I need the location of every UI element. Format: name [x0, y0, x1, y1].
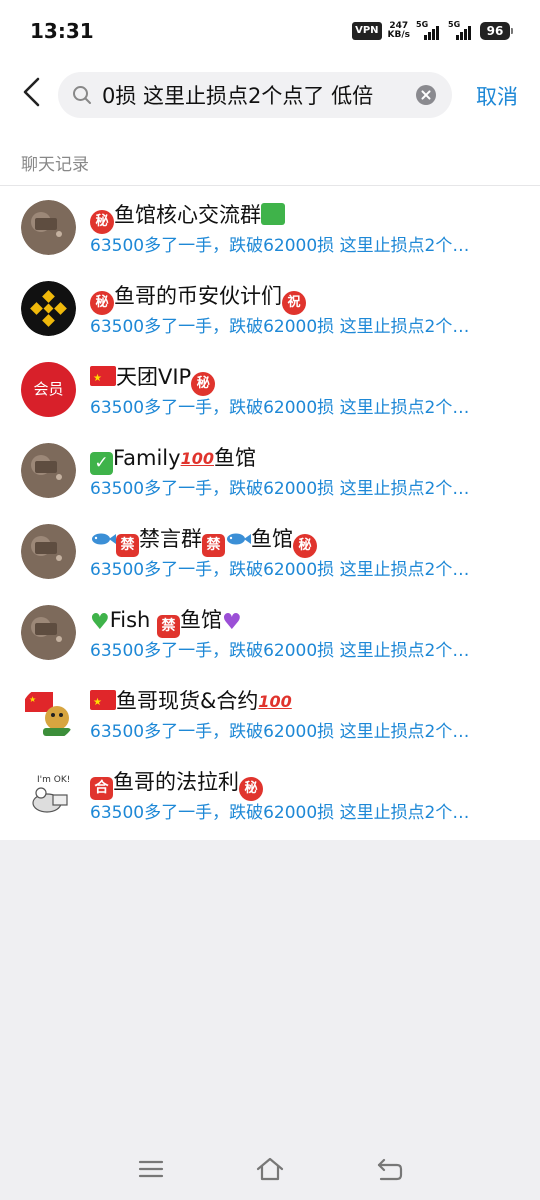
avatar — [21, 524, 76, 579]
chat-title-tail: 鱼馆 — [251, 527, 293, 551]
secret-icon: 秘 — [90, 210, 114, 234]
status-time: 13:31 — [30, 19, 94, 43]
search-input[interactable] — [102, 83, 402, 107]
chart-icon — [261, 203, 285, 225]
forbidden-icon: 禁 — [116, 534, 139, 557]
battery-icon: 96 — [480, 22, 513, 40]
status-icons: VPN 247 KB/s 5G 5G 96 — [352, 20, 513, 40]
hundred-points-icon: 100 — [180, 449, 214, 468]
section-title-chat-history: 聊天记录 — [0, 120, 540, 186]
secret-icon: 秘 — [90, 291, 114, 315]
system-nav-bar — [0, 1140, 540, 1200]
chevron-left-icon — [23, 77, 40, 107]
signal-icon-sim2: 5G — [448, 20, 474, 40]
list-item[interactable]: ♥Fish 禁鱼馆♥ 63500多了一手，跌破62000损 这里止损点2个… — [0, 591, 540, 672]
avatar — [21, 443, 76, 498]
chat-title-text: 鱼哥的法拉利 — [113, 770, 239, 794]
avatar: 会员 — [21, 362, 76, 417]
avatar-text: I'm OK! — [37, 775, 70, 785]
china-flag-icon — [90, 366, 116, 392]
home-icon — [256, 1157, 284, 1181]
chat-title-text: 禁言群 — [139, 527, 202, 551]
list-item[interactable]: 禁禁言群禁 鱼馆秘 63500多了一手，跌破62000损 这里止损点2个… — [0, 510, 540, 591]
secret-icon: 秘 — [239, 777, 263, 801]
return-icon — [377, 1158, 403, 1181]
chat-title-tail: 鱼馆 — [213, 446, 256, 470]
message-snippet: 63500多了一手，跌破62000损 这里止损点2个… — [90, 398, 470, 418]
search-header: 取消 — [0, 64, 540, 120]
avatar — [21, 281, 76, 336]
china-flag-icon — [90, 690, 116, 716]
result-list: 秘鱼馆核心交流群 63500多了一手，跌破62000损 这里止损点2个… 秘鱼哥… — [0, 186, 540, 840]
message-snippet: 63500多了一手，跌破62000损 这里止损点2个… — [90, 479, 470, 499]
message-snippet: 63500多了一手，跌破62000损 这里止损点2个… — [90, 560, 470, 580]
chat-title-text: 鱼哥现货&合约 — [116, 689, 259, 713]
green-heart-icon: ♥ — [90, 610, 110, 635]
message-snippet: 63500多了一手，跌破62000损 这里止损点2个… — [90, 641, 470, 661]
avatar-text: 会员 — [33, 380, 64, 398]
congratulations-icon: 祝 — [282, 291, 306, 315]
purple-heart-icon: ♥ — [222, 610, 242, 635]
binance-logo-icon — [21, 281, 76, 336]
sim2-label: 5G — [448, 20, 461, 29]
chat-title: 禁禁言群禁 鱼馆秘 — [90, 526, 317, 558]
passing-grade-icon: 合 — [90, 777, 113, 800]
chat-title-text: Fish — [109, 608, 158, 632]
forbidden-icon: 禁 — [202, 534, 225, 557]
list-item[interactable]: I'm OK! 合鱼哥的法拉利秘 63500多了一手，跌破62000损 这里止损… — [0, 753, 540, 834]
svg-text:★: ★ — [29, 695, 36, 704]
avatar — [21, 605, 76, 660]
message-snippet: 63500多了一手，跌破62000损 这里止损点2个… — [90, 317, 470, 337]
sim1-label: 5G — [416, 20, 429, 29]
chat-title: 秘鱼哥的币安伙计们祝 — [90, 283, 306, 315]
chat-title-text: 鱼馆核心交流群 — [114, 203, 261, 227]
chat-title: ♥Fish 禁鱼馆♥ — [90, 607, 242, 638]
cancel-button[interactable]: 取消 — [476, 81, 518, 111]
hundred-points-icon: 100 — [258, 692, 292, 711]
avatar — [21, 200, 76, 255]
chat-title: 秘鱼馆核心交流群 — [90, 202, 285, 234]
chat-title-text: Family — [113, 446, 181, 470]
home-button[interactable] — [255, 1156, 285, 1182]
list-item[interactable]: 会员 天团VIP秘 63500多了一手，跌破62000损 这里止损点2个… — [0, 348, 540, 429]
chat-title: 天团VIP秘 — [90, 364, 216, 396]
list-item[interactable]: ★ 鱼哥现货&合约100 63500多了一手，跌破62000损 这里止损点2个… — [0, 672, 540, 753]
menu-icon — [138, 1160, 164, 1178]
back-button[interactable] — [18, 74, 48, 110]
chat-title: 鱼哥现货&合约100 — [90, 688, 292, 716]
fish-icon — [227, 533, 251, 545]
message-snippet: 63500多了一手，跌破62000损 这里止损点2个… — [90, 236, 470, 256]
chat-title: ✓ Family100鱼馆 — [90, 445, 256, 475]
signal-icon-sim1: 5G — [416, 20, 442, 40]
secret-icon: 秘 — [293, 534, 317, 558]
top-area: 13:31 VPN 247 KB/s 5G 5G 96 0损 这里止损点2个点了… — [0, 0, 540, 840]
status-bar: 13:31 VPN 247 KB/s 5G 5G 96 — [0, 0, 540, 64]
message-snippet: 63500多了一手，跌破62000损 这里止损点2个… — [90, 803, 470, 823]
chat-title-tail: 鱼馆 — [180, 608, 223, 632]
list-item[interactable]: 秘鱼哥的币安伙计们祝 63500多了一手，跌破62000损 这里止损点2个… — [0, 267, 540, 348]
fish-icon — [92, 533, 116, 545]
network-speed: 247 KB/s — [388, 22, 410, 40]
menu-button[interactable] — [136, 1156, 166, 1182]
list-item[interactable]: 秘鱼馆核心交流群 63500多了一手，跌破62000损 这里止损点2个… — [0, 186, 540, 267]
clear-search-icon[interactable] — [416, 85, 436, 105]
message-snippet: 63500多了一手，跌破62000损 这里止损点2个… — [90, 722, 470, 742]
forbidden-icon: 禁 — [157, 615, 181, 638]
avatar: ★ — [21, 686, 76, 741]
chat-title: 合鱼哥的法拉利秘 — [90, 769, 263, 801]
network-speed-unit: KB/s — [387, 30, 410, 40]
check-mark-icon: ✓ — [90, 452, 113, 475]
list-item[interactable]: ✓ Family100鱼馆 63500多了一手，跌破62000损 这里止损点2个… — [0, 429, 540, 510]
back-nav-button[interactable] — [375, 1156, 405, 1182]
secret-icon: 秘 — [191, 372, 216, 396]
chat-title-text: 天团VIP — [116, 365, 192, 389]
avatar: I'm OK! — [21, 767, 76, 822]
search-icon — [73, 86, 91, 104]
search-box[interactable] — [58, 72, 452, 118]
vpn-icon: VPN — [352, 22, 382, 40]
chat-title-text: 鱼哥的币安伙计们 — [114, 284, 282, 308]
